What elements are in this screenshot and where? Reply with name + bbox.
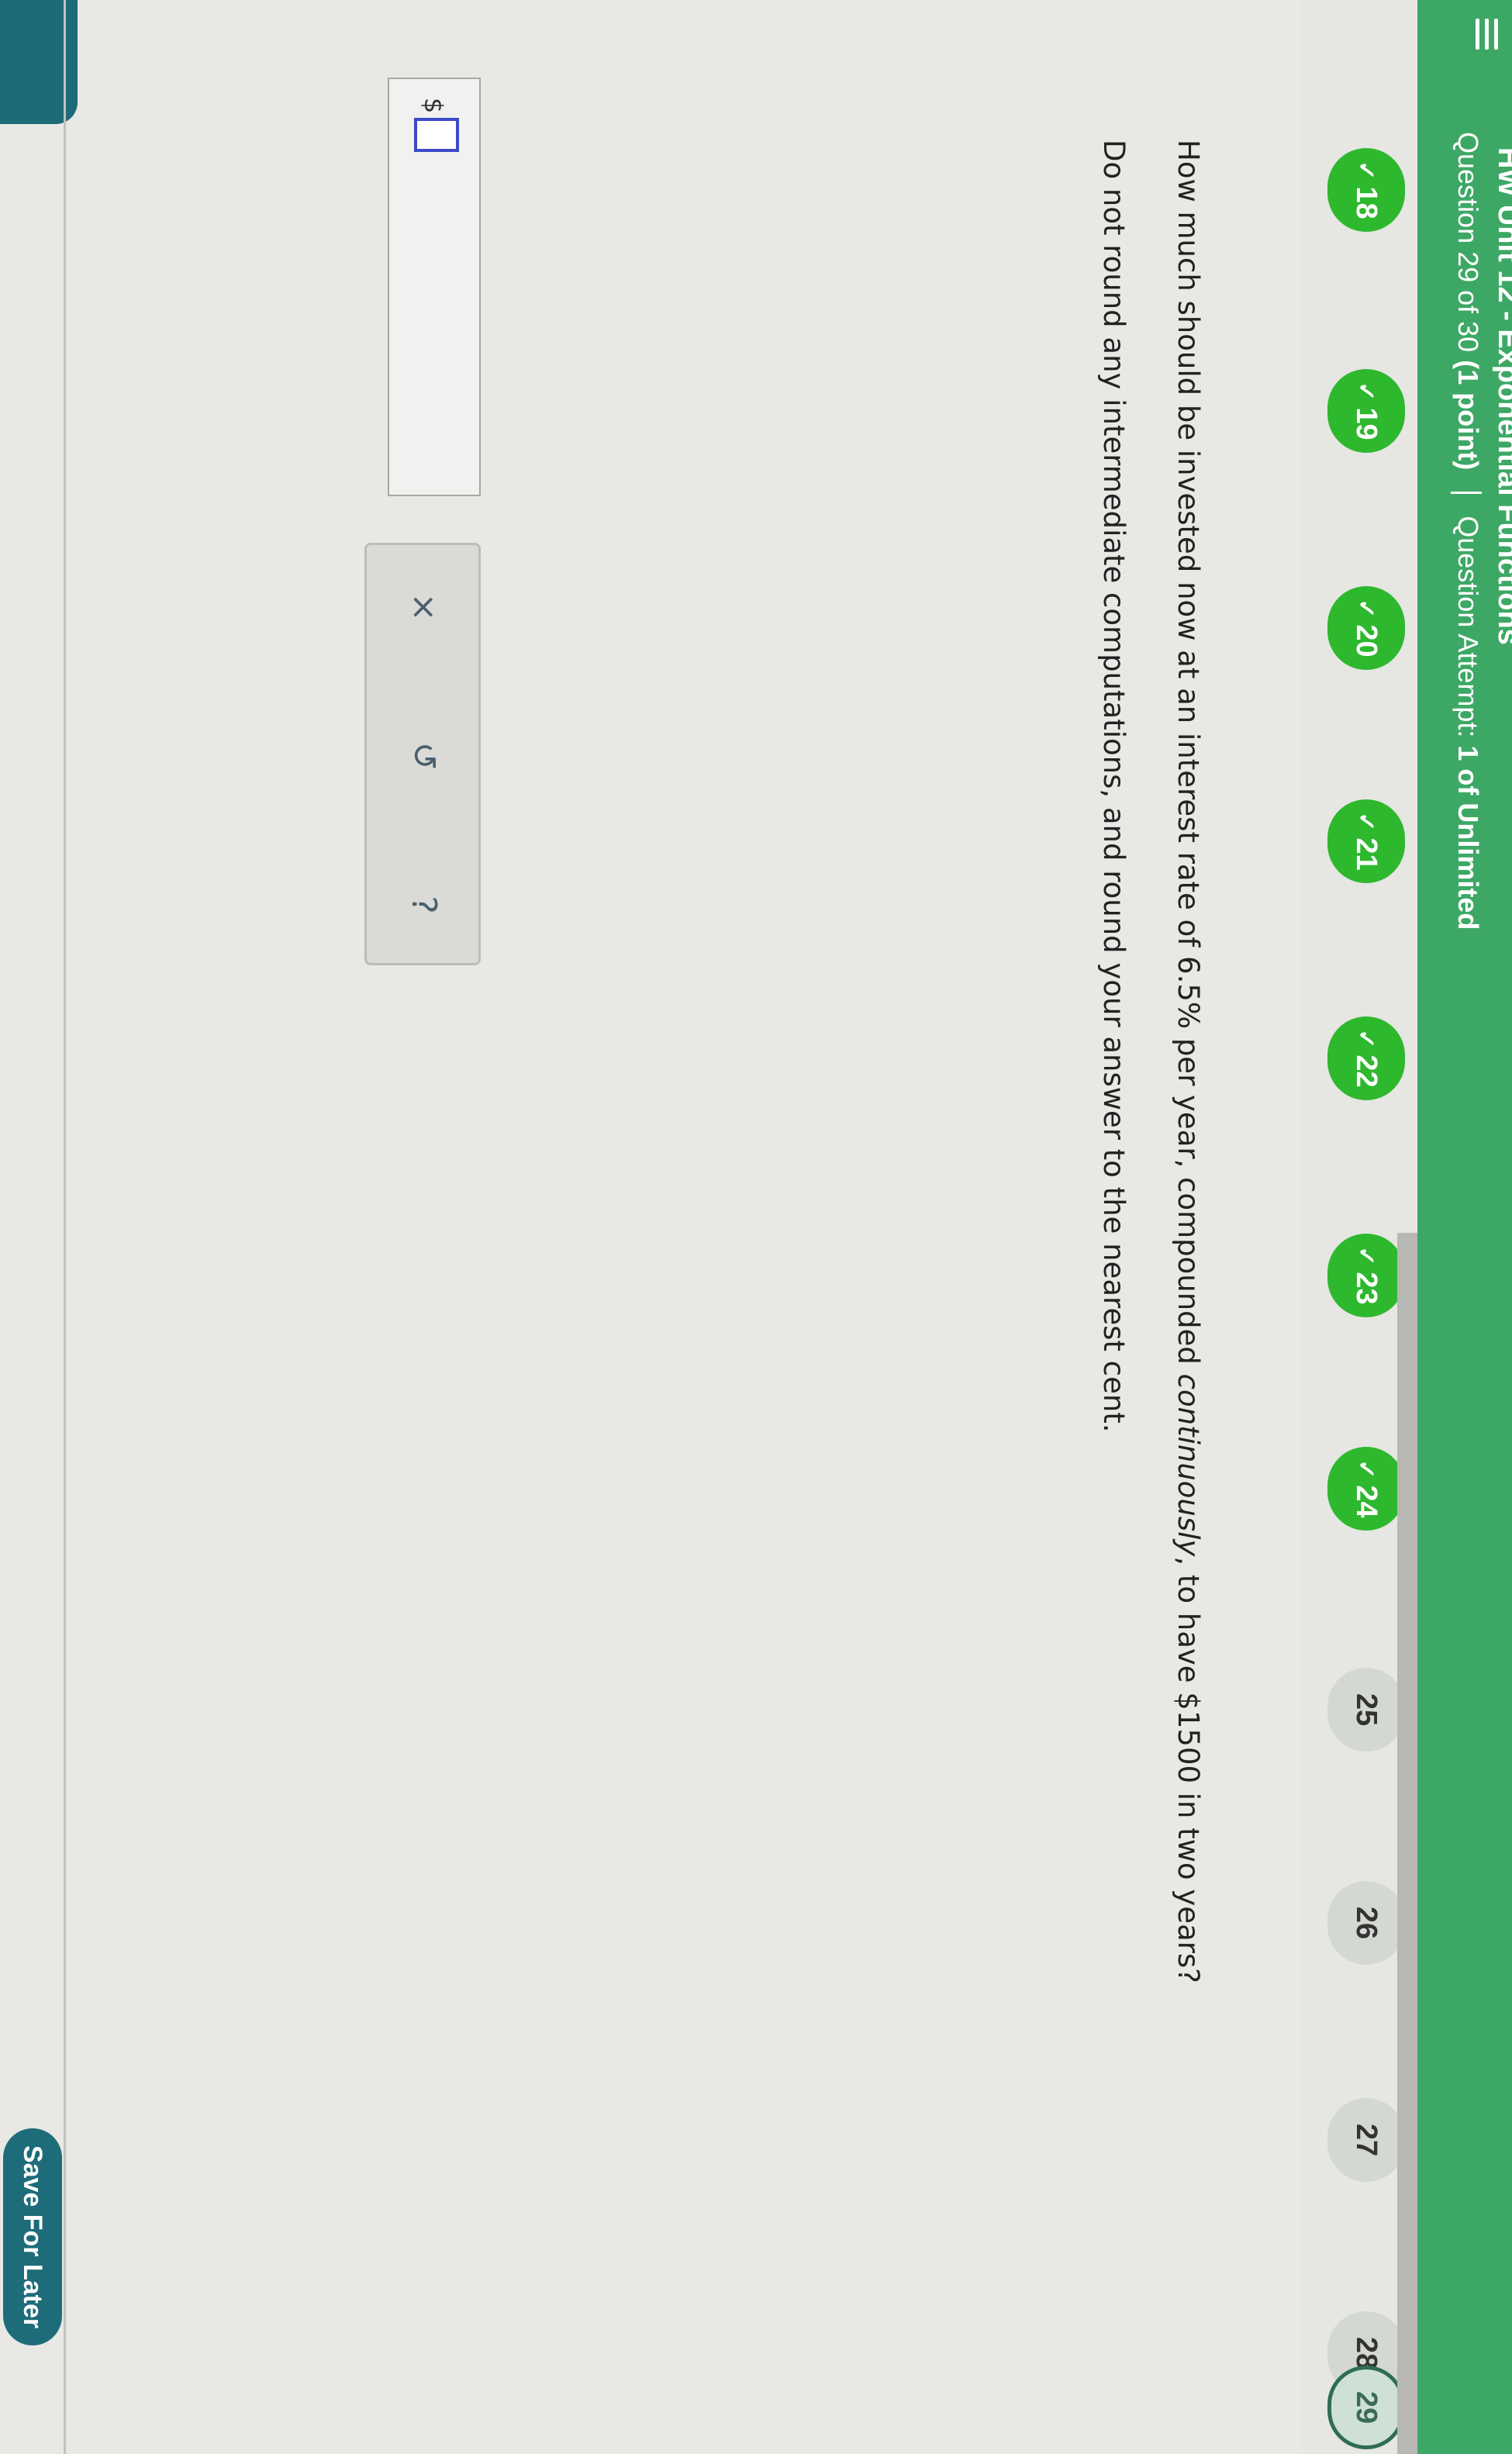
check-icon: ✓	[1353, 1246, 1379, 1266]
nav-pill-25[interactable]: 25	[1327, 1668, 1405, 1752]
nav-pill-20[interactable]: ✓ 20	[1327, 586, 1405, 670]
nav-pill-label: 18	[1350, 186, 1383, 219]
check-icon: ✓	[1353, 599, 1379, 619]
nav-pill-26[interactable]: 26	[1327, 1881, 1405, 1965]
menu-icon[interactable]	[1467, 19, 1498, 50]
nav-pill-21[interactable]: ✓ 21	[1327, 799, 1405, 883]
nav-pill-23[interactable]: ✓ 23	[1327, 1234, 1405, 1317]
check-icon: ✓	[1353, 1459, 1379, 1479]
nav-pill-label: 27	[1350, 2123, 1383, 2157]
question-label: Question 29 of 30	[1452, 132, 1484, 353]
nav-pill-19[interactable]: ✓ 19	[1327, 369, 1405, 453]
nav-pill-label: 29	[1350, 2390, 1383, 2425]
question-line-1: How much should be invested now at an in…	[1151, 140, 1225, 1983]
check-icon: ✓	[1353, 160, 1379, 181]
question-text: How much should be invested now at an in…	[1076, 140, 1225, 1983]
answer-box: $	[388, 78, 481, 496]
nav-pill-22[interactable]: ✓ 22	[1327, 1016, 1405, 1100]
assignment-title: HW Unit 12 - Exponential Functions	[1492, 147, 1512, 645]
check-icon: ✓	[1353, 381, 1379, 402]
progress-track	[1397, 1233, 1417, 2454]
footer-divider	[64, 0, 66, 2454]
question-line-2: Do not round any intermediate computatio…	[1097, 140, 1131, 1433]
nav-pill-label: 21	[1350, 837, 1383, 871]
nav-pill-label: 24	[1350, 1485, 1383, 1518]
question-line-1-part-b: , to have $1500 in two years?	[1172, 1556, 1205, 1983]
page: HW Unit 12 - Exponential Functions Quest…	[0, 0, 1512, 2454]
nav-pill-label: 22	[1350, 1054, 1383, 1088]
app-header: HW Unit 12 - Exponential Functions Quest…	[1417, 0, 1512, 2454]
attempt-label: Question Attempt:	[1452, 516, 1484, 738]
save-for-later-button[interactable]: Save For Later	[3, 2128, 62, 2345]
nav-pill-27[interactable]: 27	[1327, 2098, 1405, 2182]
nav-pill-label: 20	[1350, 624, 1383, 658]
question-line-1-emphasis: continuously	[1172, 1373, 1205, 1557]
nav-pill-18[interactable]: ✓ 18	[1327, 148, 1405, 232]
clear-icon[interactable]: ×	[393, 576, 455, 638]
nav-pill-29[interactable]: 29	[1327, 2366, 1405, 2449]
dollar-sign: $	[419, 98, 448, 114]
check-icon: ✓	[1353, 1029, 1379, 1049]
nav-pill-label: 25	[1350, 1693, 1383, 1727]
question-info: Question 29 of 30 (1 point) Question Att…	[1450, 132, 1484, 930]
attempt-value: 1 of Unlimited	[1452, 745, 1484, 930]
nav-pill-24[interactable]: ✓ 24	[1327, 1447, 1405, 1531]
side-panel-tab[interactable]	[0, 0, 78, 124]
answer-input[interactable]	[414, 118, 459, 152]
undo-icon[interactable]: ↺	[393, 725, 455, 787]
help-icon[interactable]: ?	[393, 874, 455, 936]
question-points: (1 point)	[1452, 360, 1484, 471]
divider	[1450, 492, 1482, 495]
nav-pill-label: 28	[1350, 2336, 1383, 2370]
answer-tools: × ↺ ?	[364, 543, 481, 965]
nav-pill-label: 26	[1350, 1906, 1383, 1940]
nav-pill-label: 23	[1350, 1272, 1383, 1305]
question-line-1-part-a: How much should be invested now at an in…	[1172, 140, 1205, 1374]
check-icon: ✓	[1353, 812, 1379, 832]
nav-pill-label: 19	[1350, 407, 1383, 440]
